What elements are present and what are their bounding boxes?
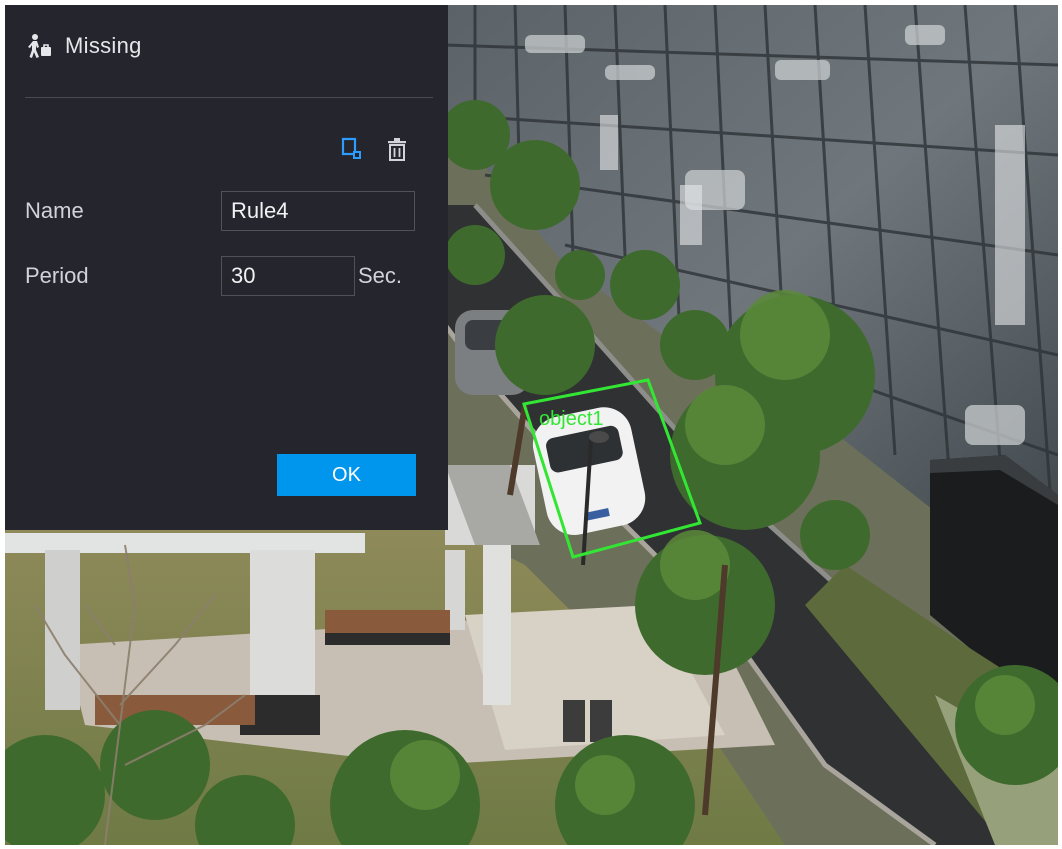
dialog-header: Missing — [27, 33, 142, 59]
period-unit-label: Sec. — [358, 263, 403, 288]
name-input[interactable] — [221, 191, 415, 231]
draw-region-icon[interactable] — [341, 137, 363, 161]
dialog-title: Missing — [65, 33, 142, 58]
name-label: Name — [25, 198, 84, 223]
ok-button[interactable]: OK — [277, 454, 416, 496]
missing-rule-dialog: Missing Name Period Sec. OK — [5, 5, 448, 530]
period-label: Period — [25, 263, 89, 288]
period-input[interactable] — [221, 256, 355, 296]
person-with-bag-icon — [28, 34, 51, 58]
object-label: object1 — [539, 408, 604, 430]
trash-icon[interactable] — [387, 136, 407, 162]
header-divider — [25, 97, 433, 98]
